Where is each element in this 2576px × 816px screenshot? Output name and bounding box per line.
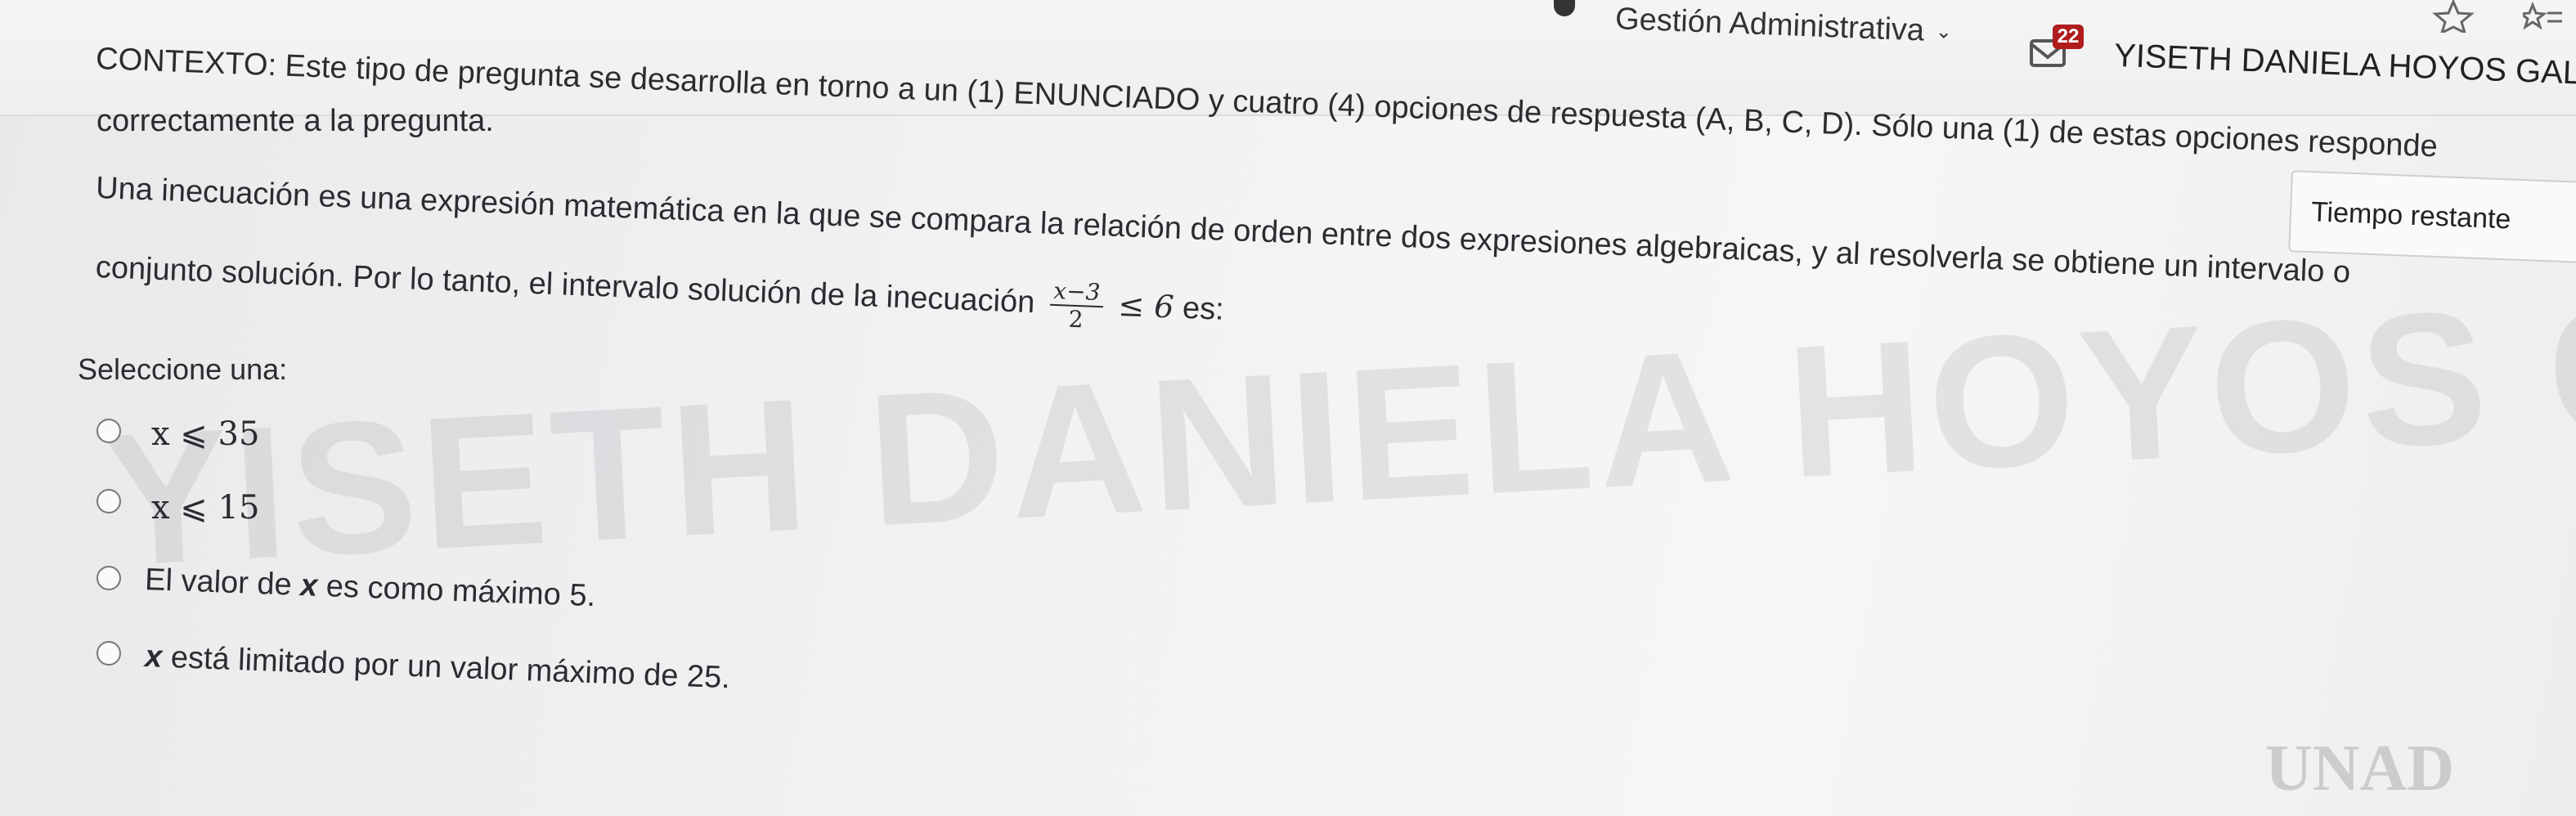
statement-text-line2-prefix: conjunto solución. Por lo tanto, el inte… (95, 250, 1036, 321)
select-prompt: Seleccione una: (78, 352, 288, 386)
message-count-badge: 22 (2053, 25, 2084, 49)
starred-list-icon[interactable] (2523, 2, 2564, 43)
option-c-prefix: El valor de (144, 563, 301, 603)
option-a-radio[interactable] (96, 419, 121, 443)
option-d-variable: x (144, 639, 164, 675)
option-c-variable: x (299, 567, 319, 603)
option-c-radio[interactable] (96, 566, 121, 590)
option-d-suffix: está limitado por un valor máximo de 25. (161, 639, 731, 696)
star-icon[interactable] (2429, 0, 2478, 33)
inequality-rhs: ≤ 6 (1117, 286, 1175, 325)
option-b-label[interactable]: x ⩽ 15 (151, 489, 259, 527)
option-d-radio[interactable] (96, 641, 121, 666)
time-remaining-label: Tiempo restante (2310, 195, 2512, 235)
fraction-numerator: x−3 (1049, 277, 1104, 308)
inequality-fraction: x−3 2 (1049, 277, 1104, 334)
statement-text-line2: conjunto solución. Por lo tanto, el inte… (95, 244, 1225, 337)
option-b-radio[interactable] (96, 489, 121, 513)
chevron-down-icon: ⌄ (1935, 20, 1953, 43)
time-remaining-box: Tiempo restante (2288, 170, 2576, 263)
statement-text-line2-suffix: es: (1182, 290, 1225, 327)
option-d-label[interactable]: x está limitado por un valor máximo de 2… (144, 639, 730, 696)
unad-logo: UNAD (2265, 733, 2455, 805)
context-text-line2: correctamente a la pregunta. (96, 104, 494, 138)
option-a-label[interactable]: x ⩽ 35 (151, 415, 259, 453)
fraction-denominator: 2 (1068, 305, 1084, 334)
